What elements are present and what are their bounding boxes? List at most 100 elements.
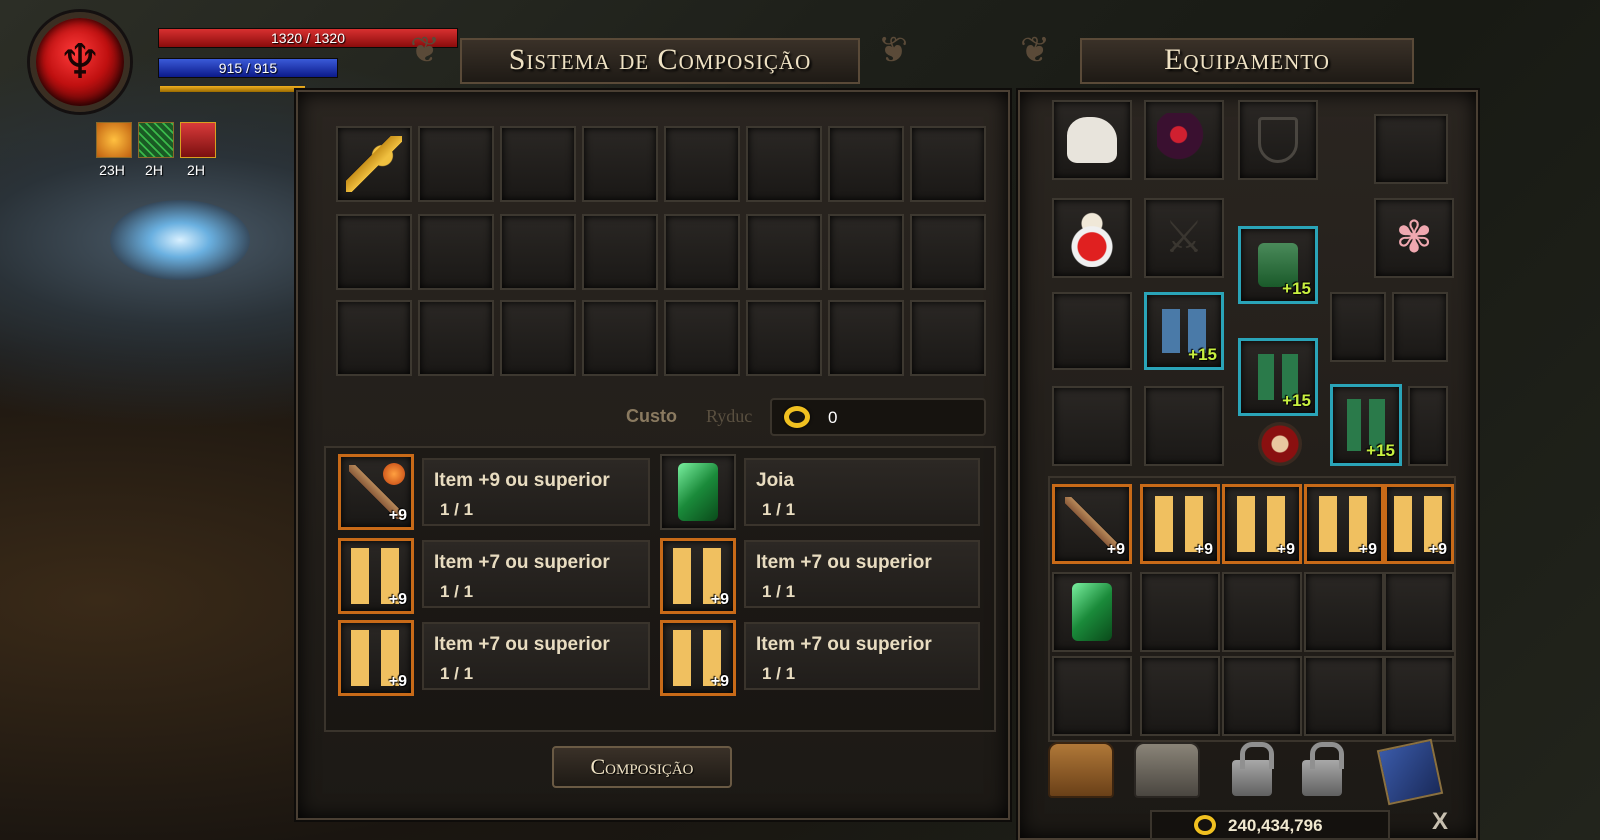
composition-slot[interactable]: [500, 300, 576, 376]
inventory-slot[interactable]: [1304, 572, 1384, 652]
equip-slot[interactable]: [1330, 292, 1386, 362]
req-box: Item +9 ou superior 1 / 1: [422, 458, 650, 526]
req-item-slot[interactable]: +9: [338, 620, 414, 696]
composition-grid: [336, 126, 992, 382]
inventory-slot[interactable]: +9: [1222, 484, 1302, 564]
item-level: +9: [388, 591, 407, 608]
composition-slot[interactable]: [418, 126, 494, 202]
santa-costume-icon: [1065, 209, 1119, 267]
mp-text: 915 / 915: [218, 60, 278, 76]
cost-field: 0: [770, 398, 986, 436]
inventory-slot[interactable]: [1384, 572, 1454, 652]
req-item-slot[interactable]: +9: [660, 620, 736, 696]
composition-slot[interactable]: [664, 126, 740, 202]
armor-slot[interactable]: +15: [1238, 226, 1318, 304]
close-button[interactable]: X: [1432, 808, 1448, 836]
composition-slot[interactable]: [500, 214, 576, 290]
req-item-slot[interactable]: +9: [660, 538, 736, 614]
inventory-slot[interactable]: +9: [1384, 484, 1454, 564]
composition-slot[interactable]: [910, 126, 986, 202]
inventory-slot[interactable]: [1052, 656, 1132, 736]
composition-slot[interactable]: [664, 214, 740, 290]
composition-slot[interactable]: [910, 214, 986, 290]
equip-slot[interactable]: [1408, 386, 1448, 466]
equip-slot[interactable]: [1052, 292, 1132, 370]
inventory-slot[interactable]: [1222, 656, 1302, 736]
inventory-slot[interactable]: [1052, 572, 1132, 652]
red-chest-icon[interactable]: [180, 122, 216, 158]
composition-slot[interactable]: [418, 214, 494, 290]
dragon-ornament-icon: ❦: [1020, 30, 1051, 71]
golden-staff-icon: [346, 136, 402, 192]
composition-slot[interactable]: [418, 300, 494, 376]
lock-icon[interactable]: [1302, 742, 1344, 796]
composition-slot[interactable]: [828, 126, 904, 202]
dark-bird-icon: [1157, 113, 1211, 167]
gloves-slot[interactable]: +15: [1144, 292, 1224, 370]
dragon-ornament-icon: ❦: [878, 30, 909, 71]
blue-book-icon[interactable]: [1376, 738, 1444, 806]
item-level: +15: [1366, 441, 1395, 460]
weapon-slot[interactable]: ⚔: [1144, 198, 1224, 278]
lock-icon[interactable]: [1232, 742, 1274, 796]
item-level: +9: [1428, 541, 1447, 558]
req-name: Item +9 ou superior: [434, 470, 610, 491]
pet-slot[interactable]: [1144, 100, 1224, 180]
req-count: 1 / 1: [440, 664, 474, 683]
character-view-icon[interactable]: [1258, 422, 1302, 466]
composition-slot[interactable]: [910, 300, 986, 376]
orange-rune-icon[interactable]: [96, 122, 132, 158]
wing-slot[interactable]: ✾: [1374, 198, 1454, 278]
equip-slot[interactable]: [1392, 292, 1448, 362]
costume-slot[interactable]: [1052, 198, 1132, 278]
composition-slot[interactable]: [500, 126, 576, 202]
brown-chest-icon[interactable]: [1048, 742, 1114, 798]
equip-slot[interactable]: [1052, 386, 1132, 466]
equip-slot[interactable]: [1374, 114, 1448, 184]
item-level: +9: [710, 591, 729, 608]
req-name: Item +7 ou superior: [756, 634, 932, 655]
composition-slot[interactable]: [746, 126, 822, 202]
character-orb[interactable]: ♆: [30, 12, 130, 112]
inventory-slot[interactable]: +9: [1304, 484, 1384, 564]
inventory-slot[interactable]: +9: [1140, 484, 1220, 564]
composition-slot[interactable]: [582, 126, 658, 202]
composition-slot[interactable]: [582, 214, 658, 290]
composition-slot[interactable]: [664, 300, 740, 376]
composition-slot[interactable]: [828, 300, 904, 376]
item-level: +9: [1276, 541, 1295, 558]
inventory-slot[interactable]: [1140, 572, 1220, 652]
boots-slot[interactable]: +15: [1330, 384, 1402, 466]
inventory-slot[interactable]: [1384, 656, 1454, 736]
shield-slot[interactable]: [1238, 100, 1318, 180]
inventory-slot[interactable]: [1140, 656, 1220, 736]
req-box: Joia 1 / 1: [744, 458, 980, 526]
inventory-slot[interactable]: [1304, 656, 1384, 736]
equip-slot[interactable]: [1144, 386, 1224, 466]
compose-button[interactable]: Composição: [552, 746, 732, 788]
item-level: +9: [388, 673, 407, 690]
req-item-slot[interactable]: +9: [338, 454, 414, 530]
pink-wing-icon: ✾: [1395, 212, 1433, 263]
crossed-swords-icon: ⚔: [1164, 212, 1204, 263]
req-item-slot[interactable]: +9: [338, 538, 414, 614]
req-count: 1 / 1: [440, 582, 474, 601]
req-item-slot[interactable]: [660, 454, 736, 530]
composition-slot[interactable]: [336, 300, 412, 376]
gray-chest-icon[interactable]: [1134, 742, 1200, 798]
cost-label: Custo: [626, 406, 677, 426]
green-grid-icon[interactable]: [138, 122, 174, 158]
composition-slot[interactable]: [746, 214, 822, 290]
composition-slot[interactable]: [336, 126, 412, 202]
gold-coin-icon: [784, 406, 810, 428]
pants-slot[interactable]: +15: [1238, 338, 1318, 416]
composition-slot[interactable]: [828, 214, 904, 290]
composition-slot[interactable]: [336, 214, 412, 290]
mount-slot[interactable]: [1052, 100, 1132, 180]
composition-slot[interactable]: [746, 300, 822, 376]
inventory-slot[interactable]: +9: [1052, 484, 1132, 564]
req-box: Item +7 ou superior 1 / 1: [744, 540, 980, 608]
composition-slot[interactable]: [582, 300, 658, 376]
req-box: Item +7 ou superior 1 / 1: [744, 622, 980, 690]
inventory-slot[interactable]: [1222, 572, 1302, 652]
